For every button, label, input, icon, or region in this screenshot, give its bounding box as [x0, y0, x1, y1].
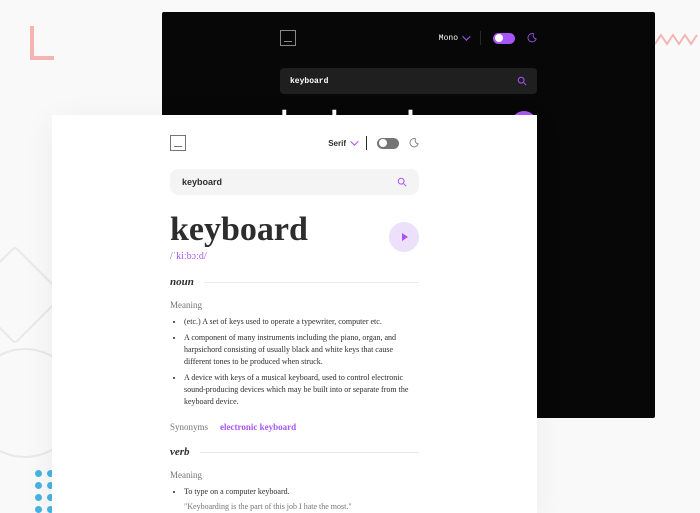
light-theme-preview: Serif keyboard keyboard /ˈkiːbɔːd/ noun … — [52, 115, 537, 513]
meaning-item: To type on a computer keyboard. — [184, 486, 419, 498]
theme-toggle[interactable] — [493, 33, 515, 44]
meaning-label: Meaning — [170, 470, 419, 480]
pos-row-verb: verb — [170, 446, 419, 458]
meaning-item: A component of many instruments includin… — [184, 332, 419, 368]
synonym-link[interactable]: electronic keyboard — [220, 422, 296, 432]
meaning-example: "Keyboarding is the part of this job I h… — [184, 502, 419, 511]
logo-icon[interactable] — [170, 135, 186, 151]
meaning-item: (etc.) A set of keys used to operate a t… — [184, 316, 419, 328]
light-header: Serif — [170, 115, 419, 151]
pos-row-noun: noun — [170, 276, 419, 288]
pos-label: verb — [170, 446, 190, 458]
search-input-dark[interactable]: keyboard — [280, 68, 537, 94]
pos-label: noun — [170, 276, 194, 288]
synonyms-row: Synonyms electronic keyboard — [170, 422, 419, 432]
phonetic: /ˈkiːbɔːd/ — [170, 251, 308, 262]
logo-icon[interactable] — [280, 30, 296, 46]
theme-toggle[interactable] — [377, 138, 399, 149]
divider — [366, 136, 367, 150]
word-row: keyboard /ˈkiːbɔːd/ — [170, 211, 419, 262]
search-value: keyboard — [290, 77, 328, 86]
light-controls: Serif — [328, 136, 419, 150]
decoration-zigzag — [655, 32, 700, 52]
search-icon — [397, 177, 407, 187]
font-selector-label: Mono — [439, 34, 458, 43]
chevron-down-icon — [350, 137, 358, 145]
divider — [200, 452, 419, 453]
dark-header: Mono — [162, 12, 655, 64]
search-input[interactable]: keyboard — [170, 169, 419, 195]
font-selector[interactable]: Serif — [328, 139, 356, 148]
word-heading: keyboard — [170, 211, 308, 249]
search-value: keyboard — [182, 177, 222, 187]
moon-icon — [409, 138, 419, 148]
meaning-item: A device with keys of a musical keyboard… — [184, 372, 419, 408]
meaning-list-noun: (etc.) A set of keys used to operate a t… — [170, 316, 419, 408]
meaning-label: Meaning — [170, 300, 419, 310]
font-selector[interactable]: Mono — [439, 34, 468, 43]
search-icon — [517, 76, 527, 86]
decoration-l-shape — [30, 26, 54, 60]
meaning-list-verb: To type on a computer keyboard. — [170, 486, 419, 498]
synonyms-label: Synonyms — [170, 422, 208, 432]
play-button[interactable] — [389, 222, 419, 252]
dark-controls: Mono — [439, 31, 537, 45]
font-selector-label: Serif — [328, 139, 346, 148]
play-icon — [402, 233, 408, 241]
moon-icon — [527, 33, 537, 43]
chevron-down-icon — [462, 32, 470, 40]
divider — [204, 282, 419, 283]
divider — [480, 31, 481, 45]
